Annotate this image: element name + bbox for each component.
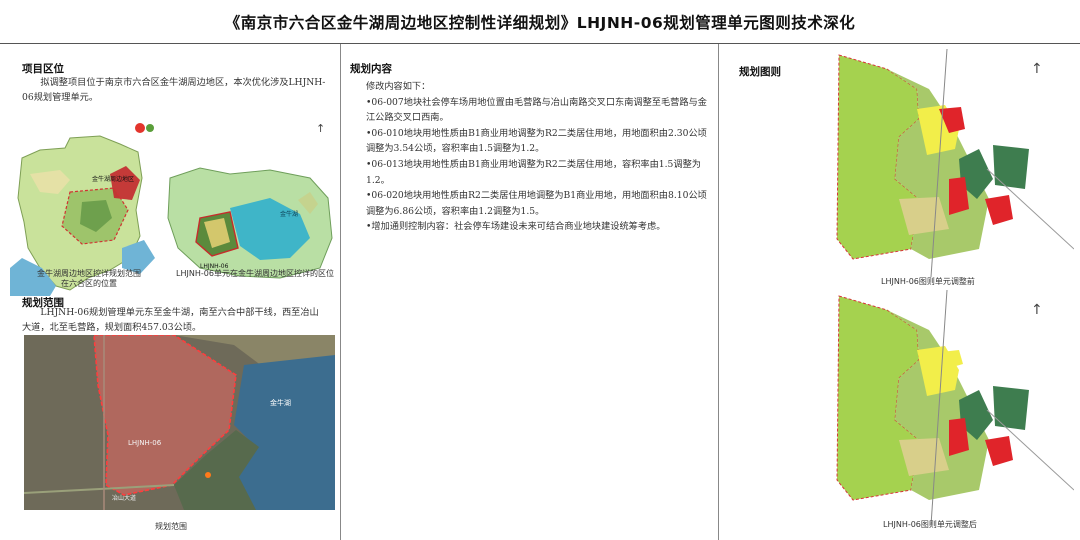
plan-after-map: ↑	[836, 290, 1074, 525]
plan-before-caption: LHJNH-06图则单元调整前	[881, 277, 975, 286]
project-location-text: 拟调整项目位于南京市六合区金牛湖周边地区，本次优化涉及LHJNH-06规划管理单…	[22, 77, 326, 103]
document-title: 《南京市六合区金牛湖周边地区控制性详细规划》LHJNH-06规划管理单元图则技术…	[224, 13, 856, 32]
scope-unit-label: LHJNH-06	[128, 439, 162, 447]
planning-scope-map: 冶山大道 LHJNH-06 金牛湖	[24, 335, 335, 510]
map-right-lake-label: 金牛湖	[280, 210, 298, 218]
content-item: 修改内容如下：	[366, 81, 431, 92]
north-arrow-icon: ↑	[1031, 61, 1043, 77]
content-item: •06-007地块社会停车场用地位置由毛营路与冶山南路交叉口东南调整至毛营路与金…	[366, 96, 707, 124]
plan-after-caption: LHJNH-06图则单元调整后	[883, 520, 977, 529]
scope-map-caption: 规划范围	[155, 522, 187, 531]
north-arrow-icon: ↑	[1031, 302, 1043, 318]
scope-road-label: 冶山大道	[112, 494, 136, 502]
north-arrow-icon: ↑	[316, 122, 325, 135]
unit-map-caption: LHJNH-06单元在金牛湖周边地区控详的区位	[176, 269, 334, 278]
left-column: 项目区位 拟调整项目位于南京市六合区金牛湖周边地区，本次优化涉及LHJNH-06…	[0, 44, 341, 540]
map-left-area-label: 金牛湖周边地区	[92, 175, 134, 183]
planning-content-heading: 规划内容	[350, 63, 392, 75]
right-column: 规划图则 ↑ LHJNH-06图则单元调整前 ↑ LHJNH-06图则单元调整后	[719, 44, 1080, 540]
planning-scope-text: LHJNH-06规划管理单元东至金牛湖，南至六合中部干线，西至冶山大道，北至毛营…	[22, 307, 319, 333]
middle-column: 规划内容 修改内容如下： •06-007地块社会停车场用地位置由毛营路与冶山南路…	[341, 44, 719, 540]
content-item: •06-020地块用地性质由R2二类居住用地调整为B1商业用地，用地面积由8.1…	[366, 190, 707, 217]
scope-lake-label: 金牛湖	[270, 398, 291, 407]
unit-location-map: 金牛湖 LHJNH-06 ↑	[167, 122, 333, 279]
planning-drawing-heading: 规划图则	[739, 66, 781, 78]
planning-content-list: 修改内容如下： •06-007地块社会停车场用地位置由毛营路与冶山南路交叉口东南…	[366, 79, 711, 235]
content-item: •06-013地块用地性质由B1商业用地调整为R2二类居住用地，容积率由1.5调…	[366, 158, 701, 186]
content-item: •06-010地块用地性质由B1商业用地调整为R2二类居住用地，用地面积由2.3…	[366, 127, 707, 155]
district-map-caption: 金牛湖周边地区控详规划范围在六合区的位置	[37, 269, 141, 288]
project-location-heading: 项目区位	[22, 63, 64, 75]
content-item: •增加通则控制内容：社会停车场建设未来可结合商业地块建设统筹考虑。	[366, 221, 666, 233]
plan-before-map: ↑	[836, 49, 1074, 277]
document-header: 《南京市六合区金牛湖周边地区控制性详细规划》LHJNH-06规划管理单元图则技术…	[0, 0, 1080, 44]
